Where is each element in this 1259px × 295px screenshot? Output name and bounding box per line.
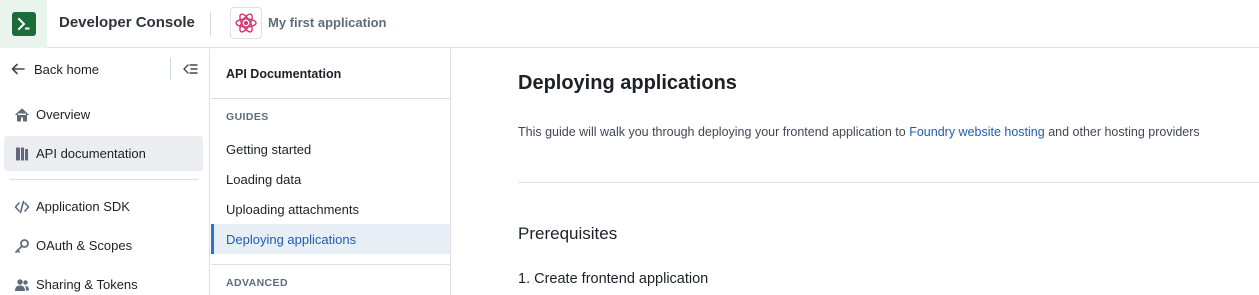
people-icon — [14, 277, 30, 293]
code-icon — [14, 199, 30, 215]
docnav-item-getting-started[interactable]: Getting started — [211, 134, 450, 164]
app-title: Developer Console — [59, 14, 195, 31]
intro-text-end: and other hosting providers — [1044, 125, 1200, 139]
docnav-item-loading-data[interactable]: Loading data — [211, 164, 450, 194]
sidebar-item-overview[interactable]: Overview — [4, 97, 203, 132]
application-name[interactable]: My first application — [268, 15, 386, 30]
sidebar-item-label: OAuth & Scopes — [36, 238, 133, 253]
guides-section-header: GUIDES — [226, 111, 269, 123]
docnav-divider — [211, 98, 450, 99]
back-row: Back home — [0, 49, 210, 90]
main-content: Deploying applications This guide will w… — [452, 49, 1259, 295]
back-home-link[interactable]: Back home — [10, 59, 99, 79]
sidebar-item-oauth-scopes[interactable]: OAuth & Scopes — [4, 228, 203, 263]
arrow-left-icon — [11, 63, 25, 75]
topbar-divider — [210, 12, 211, 36]
sidebar-item-label: API documentation — [36, 146, 146, 161]
sidebar-item-api-documentation[interactable]: API documentation — [4, 136, 203, 171]
sidebar-item-application-sdk[interactable]: Application SDK — [4, 189, 203, 224]
back-row-divider — [170, 58, 171, 80]
collapse-menu-icon[interactable] — [180, 59, 200, 79]
intro-text: This guide will walk you through deployi… — [518, 125, 910, 139]
sidebar-item-label: Application SDK — [36, 199, 130, 214]
content-divider — [518, 182, 1259, 183]
docnav-divider — [211, 264, 450, 265]
sidebar-item-sharing-tokens[interactable]: Sharing & Tokens — [4, 267, 203, 295]
documentation-nav: API Documentation GUIDES Getting started… — [211, 49, 451, 295]
developer-console-logo-icon — [11, 12, 36, 36]
key-icon — [14, 238, 30, 254]
atom-icon[interactable] — [230, 7, 262, 39]
advanced-section-header: ADVANCED — [226, 277, 288, 289]
docnav-title: API Documentation — [226, 67, 342, 81]
back-home-label: Back home — [34, 61, 100, 77]
intro-paragraph: This guide will walk you through deployi… — [518, 125, 1200, 139]
book-icon — [14, 146, 30, 162]
sidebar: Back home Overview API documentation App… — [0, 49, 210, 295]
home-icon — [14, 107, 30, 123]
foundry-website-hosting-link[interactable]: Foundry website hosting — [909, 125, 1045, 139]
sidebar-item-label: Overview — [36, 107, 91, 122]
top-bar: Developer Console My first application — [0, 0, 1259, 48]
sidebar-item-label: Sharing & Tokens — [36, 277, 138, 292]
developer-console-logo[interactable] — [0, 0, 47, 48]
docnav-item-uploading-attachments[interactable]: Uploading attachments — [211, 194, 450, 224]
create-frontend-heading: 1. Create frontend application — [518, 271, 709, 287]
page-title: Deploying applications — [518, 72, 737, 94]
prerequisites-heading: Prerequisites — [518, 224, 618, 243]
sidebar-divider — [10, 179, 198, 180]
docnav-item-deploying-applications[interactable]: Deploying applications — [211, 224, 450, 254]
